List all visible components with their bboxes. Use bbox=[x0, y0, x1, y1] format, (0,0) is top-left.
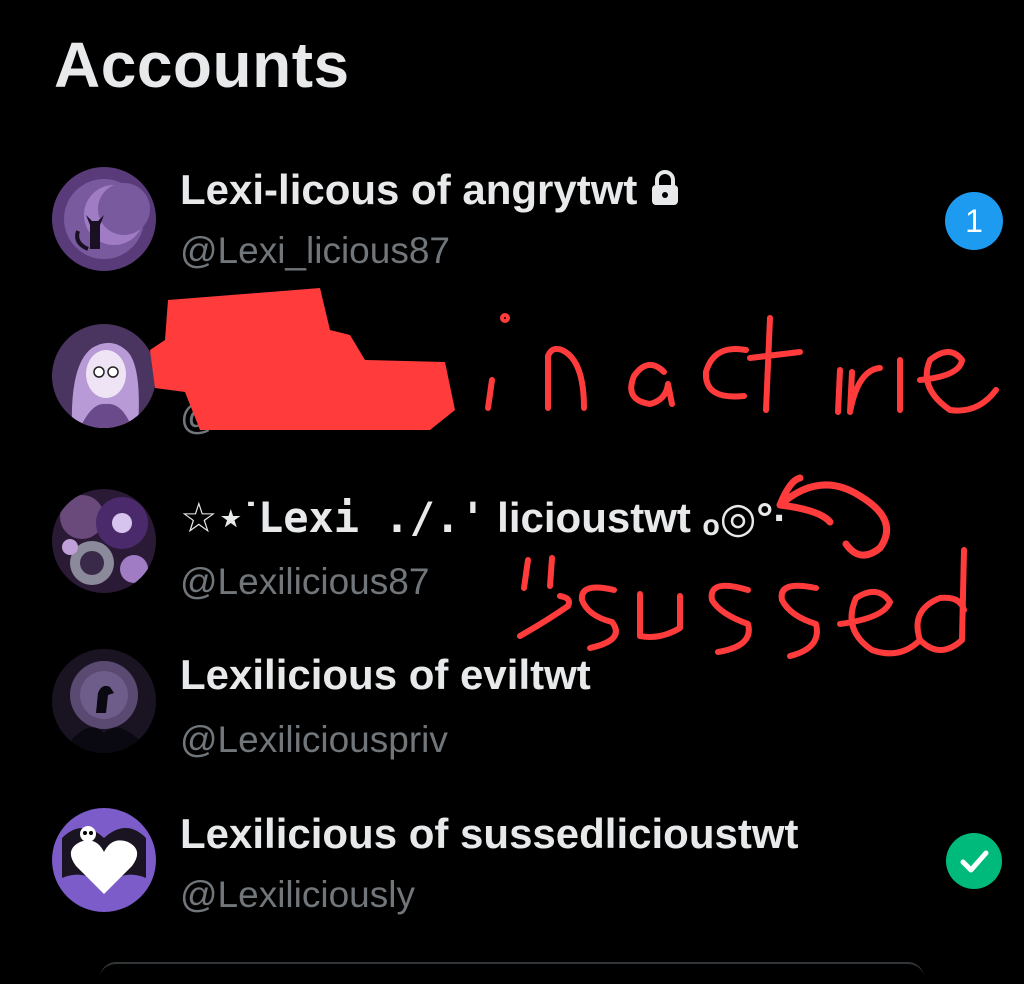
display-name: Lexilicious of eviltwt bbox=[180, 651, 591, 698]
page-title: Accounts bbox=[54, 29, 350, 101]
display-name: ☆⋆˙Lexi ./.' licioustwt ₒ◎°· bbox=[180, 493, 788, 542]
active-account-check-icon bbox=[946, 833, 1002, 889]
account-row-redacted[interactable]: @ bbox=[0, 302, 1024, 452]
account-row-sussedlicioustwt[interactable]: Lexilicious of sussedlicioustwt @Lexilic… bbox=[0, 784, 1024, 934]
avatar bbox=[52, 808, 156, 912]
handle: @ bbox=[180, 396, 218, 437]
avatar bbox=[52, 324, 156, 428]
avatar bbox=[52, 489, 156, 593]
handle: @Lexiliciously bbox=[180, 874, 415, 915]
display-name: Lexilicious of sussedlicioustwt bbox=[180, 810, 799, 857]
avatar bbox=[52, 167, 156, 271]
account-row-eviltwt[interactable]: Lexilicious of eviltwt @Lexiliciouspriv bbox=[0, 625, 1024, 775]
account-row-angrytwt[interactable]: Lexi-licous of angrytwt @Lexi_licious87 … bbox=[0, 140, 1024, 290]
bottom-sheet-edge bbox=[100, 962, 924, 984]
display-name: Lexi-licous of angrytwt bbox=[180, 166, 681, 217]
account-row-licioustwt[interactable]: ☆⋆˙Lexi ./.' licioustwt ₒ◎°· @Lexiliciou… bbox=[0, 465, 1024, 615]
handle: @Lexi_licious87 bbox=[180, 230, 450, 271]
avatar bbox=[52, 649, 156, 753]
notification-badge: 1 bbox=[945, 192, 1003, 250]
handle: @Lexiliciouspriv bbox=[180, 719, 448, 760]
lock-icon bbox=[649, 169, 681, 217]
handle: @Lexilicious87 bbox=[180, 561, 430, 602]
